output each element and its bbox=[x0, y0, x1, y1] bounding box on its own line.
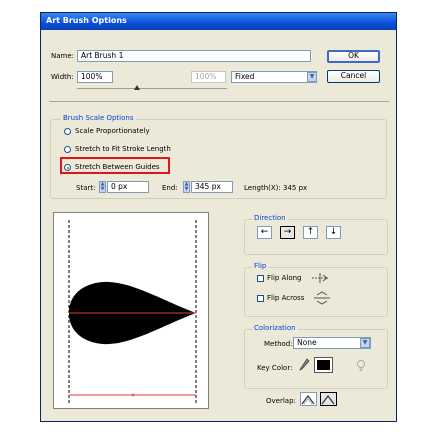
overlap-corners-icon bbox=[301, 395, 315, 405]
cancel-button[interactable]: Cancel bbox=[327, 70, 380, 83]
method-label: Method: bbox=[264, 340, 293, 348]
separator bbox=[49, 101, 389, 102]
highlight-box bbox=[60, 157, 170, 174]
flip-across-icon bbox=[314, 291, 330, 305]
key-color-label: Key Color: bbox=[257, 364, 293, 372]
tip-lightbulb-icon[interactable] bbox=[355, 359, 367, 372]
eyedropper-icon[interactable] bbox=[298, 358, 310, 372]
end-spinner[interactable]: ▲ ▼ bbox=[183, 181, 190, 193]
width-mode-select[interactable]: Fixed bbox=[231, 71, 317, 83]
arrow-up-icon[interactable]: ↑ bbox=[303, 226, 318, 239]
length-readout: Length(X): 345 px bbox=[244, 184, 308, 192]
arrow-down-icon[interactable]: ↓ bbox=[326, 226, 341, 239]
brush-scale-legend: Brush Scale Options bbox=[61, 114, 136, 122]
flip-legend: Flip bbox=[252, 262, 269, 270]
method-value: None bbox=[297, 338, 317, 347]
ok-button[interactable]: OK bbox=[327, 50, 380, 63]
overlap-label: Overlap: bbox=[266, 397, 296, 405]
start-input[interactable]: 0 px bbox=[107, 181, 149, 193]
radio-scale-proportionately[interactable] bbox=[64, 128, 71, 135]
flip-along-icon bbox=[312, 273, 328, 283]
flip-along-label: Flip Along bbox=[267, 274, 302, 282]
overlap-adjust-corners-button[interactable] bbox=[300, 392, 317, 406]
end-label: End: bbox=[162, 184, 178, 192]
end-input[interactable]: 345 px bbox=[191, 181, 233, 193]
scale-option-1-label: Scale Proportionately bbox=[75, 127, 150, 135]
start-label: Start: bbox=[76, 184, 96, 192]
width-slider-track bbox=[77, 88, 227, 89]
art-brush-options-dialog: Art Brush Options Name: Art Brush 1 OK C… bbox=[40, 12, 397, 422]
direction-legend: Direction bbox=[252, 214, 288, 222]
width-slider-thumb[interactable] bbox=[134, 85, 140, 90]
key-color-fill bbox=[317, 360, 330, 370]
scale-option-2-label: Stretch to Fit Stroke Length bbox=[75, 145, 171, 153]
chevron-down-icon[interactable]: ▼ bbox=[307, 72, 317, 82]
name-label: Name: bbox=[51, 52, 75, 60]
title-bar: Art Brush Options bbox=[41, 13, 396, 30]
radio-stretch-to-fit[interactable] bbox=[64, 146, 71, 153]
brush-preview: × bbox=[53, 212, 209, 409]
flip-across-checkbox[interactable] bbox=[257, 295, 264, 302]
dialog-title: Art Brush Options bbox=[46, 16, 127, 25]
arrow-right-icon[interactable]: → bbox=[280, 226, 295, 239]
start-spinner[interactable]: ▲ ▼ bbox=[99, 181, 106, 193]
overlap-no-adjust-button[interactable] bbox=[320, 392, 337, 406]
key-color-swatch[interactable] bbox=[314, 357, 333, 373]
preview-canvas: × bbox=[68, 220, 197, 405]
chevron-down-icon[interactable]: ▼ bbox=[360, 338, 370, 348]
flip-across-label: Flip Across bbox=[267, 294, 305, 302]
flip-along-checkbox[interactable] bbox=[257, 275, 264, 282]
guide-center-mark: × bbox=[130, 392, 135, 399]
width-variation-input: 100% bbox=[191, 71, 226, 83]
colorization-legend: Colorization bbox=[252, 324, 298, 332]
width-input[interactable]: 100% bbox=[77, 71, 113, 83]
width-mode-value: Fixed bbox=[235, 72, 255, 81]
arrow-left-icon[interactable]: ← bbox=[257, 226, 272, 239]
width-label: Width: bbox=[51, 73, 74, 81]
name-input[interactable]: Art Brush 1 bbox=[77, 50, 311, 62]
overlap-no-adjust-icon bbox=[321, 395, 335, 405]
